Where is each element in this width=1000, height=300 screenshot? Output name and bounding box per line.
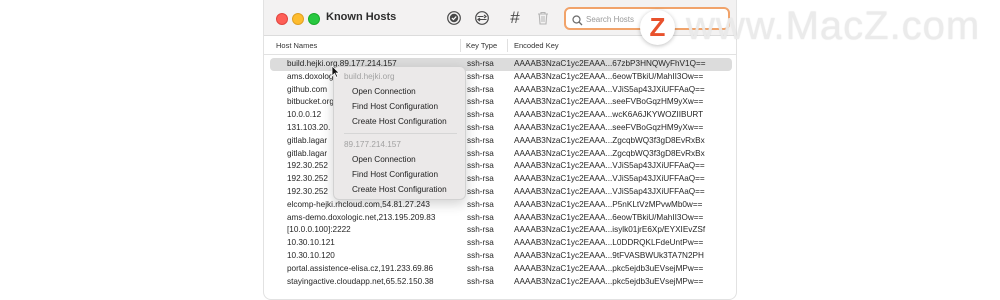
menu-item-open-connection[interactable]: Open Connection bbox=[334, 155, 467, 169]
watermark-logo: Z bbox=[640, 10, 675, 45]
table-row[interactable]: [10.0.0.100]:2222 ssh-rsa AAAAB3NzaC1yc2EA… bbox=[264, 224, 736, 237]
host-name-cell: portal.assistence-elisa.cz,191.233.69.86 bbox=[287, 263, 434, 273]
column-divider[interactable] bbox=[507, 39, 508, 52]
key-type-cell: ssh-rsa bbox=[467, 250, 494, 260]
encoded-key-cell: AAAAB3NzaC1yc2EAAA...seeFVBoGqzHM9yXw== bbox=[514, 122, 704, 132]
key-type-cell: ssh-rsa bbox=[467, 59, 494, 68]
menu-item-create-host-configuration[interactable]: Create Host Configuration bbox=[334, 117, 467, 131]
encoded-key-cell: AAAAB3NzaC1yc2EAAA...ZgcqbWQ3f3gD8EvRxBx bbox=[514, 148, 705, 158]
key-type-cell: ssh-rsa bbox=[467, 122, 494, 132]
key-type-cell: ssh-rsa bbox=[467, 199, 494, 209]
encoded-key-cell: AAAAB3NzaC1yc2EAAA...L0DDRQKLFdeUntPw== bbox=[514, 238, 704, 248]
key-type-cell: ssh-rsa bbox=[467, 71, 494, 81]
key-type-cell: ssh-rsa bbox=[467, 148, 494, 158]
column-header-host-names[interactable]: Host Names bbox=[276, 41, 317, 50]
encoded-key-cell: AAAAB3NzaC1yc2EAAA...67zbP3HNQWyFhV1Q== bbox=[514, 59, 706, 68]
host-name-cell: 10.30.10.121 bbox=[287, 238, 335, 248]
key-type-cell: ssh-rsa bbox=[467, 174, 494, 184]
menu-item-find-host-configuration[interactable]: Find Host Configuration bbox=[334, 170, 467, 184]
encoded-key-cell: AAAAB3NzaC1yc2EAAA...VJiS5ap43JXiUFFAaQ=… bbox=[514, 174, 705, 184]
host-name-cell: stayingactive.cloudapp.net,65.52.150.38 bbox=[287, 276, 434, 286]
table-row[interactable]: portal.assistence-elisa.cz,191.233.69.86… bbox=[264, 263, 736, 276]
mouse-pointer-icon bbox=[331, 65, 341, 83]
key-type-cell: ssh-rsa bbox=[467, 84, 494, 94]
key-type-cell: ssh-rsa bbox=[467, 110, 494, 120]
network-icon[interactable] bbox=[473, 9, 491, 27]
watermark-letter: Z bbox=[649, 12, 666, 42]
host-name-cell: elcomp-hejki.rhcloud.com,54.81.27.243 bbox=[287, 199, 430, 209]
trash-icon[interactable] bbox=[534, 9, 552, 27]
search-icon bbox=[572, 13, 583, 31]
encoded-key-cell: AAAAB3NzaC1yc2EAAA...VJiS5ap43JXiUFFAaQ=… bbox=[514, 161, 705, 171]
table-row[interactable]: 10.30.10.120 ssh-rsa AAAAB3NzaC1yc2EAAA...… bbox=[264, 250, 736, 263]
minimize-window-button[interactable] bbox=[292, 13, 304, 25]
key-type-cell: ssh-rsa bbox=[467, 276, 494, 286]
watermark-text: www.MacZ.com bbox=[686, 4, 981, 48]
menu-separator bbox=[344, 133, 457, 134]
check-circle-icon[interactable] bbox=[445, 9, 463, 27]
hashtag-icon[interactable]: # bbox=[506, 8, 524, 27]
encoded-key-cell: AAAAB3NzaC1yc2EAAA...wcK6A6JKYWOZIIBURT bbox=[514, 110, 704, 120]
encoded-key-cell: AAAAB3NzaC1yc2EAAA...VJiS5ap43JXiUFFAaQ=… bbox=[514, 186, 705, 196]
context-menu: build.hejki.org Open Connection Find Hos… bbox=[333, 66, 466, 200]
encoded-key-cell: AAAAB3NzaC1yc2EAAA...6eowTBkiU/MahII3Ow=… bbox=[514, 212, 704, 222]
menu-section-header: build.hejki.org bbox=[344, 72, 395, 81]
menu-section-header: 89.177.214.157 bbox=[344, 140, 401, 149]
encoded-key-cell: AAAAB3NzaC1yc2EAAA...isylk01jrE6Xp/EYXIE… bbox=[514, 225, 706, 235]
menu-item-create-host-configuration[interactable]: Create Host Configuration bbox=[334, 185, 467, 199]
column-divider[interactable] bbox=[460, 39, 461, 52]
window-title: Known Hosts bbox=[326, 11, 397, 23]
encoded-key-cell: AAAAB3NzaC1yc2EAAA...VJiS5ap43JXiUFFAaQ=… bbox=[514, 84, 705, 94]
table-row[interactable]: ams-demo.doxologic.net,213.195.209.83 ssh… bbox=[264, 212, 736, 225]
close-window-button[interactable] bbox=[276, 13, 288, 25]
host-name-cell: [10.0.0.100]:2222 bbox=[287, 225, 351, 235]
table-row[interactable]: elcomp-hejki.rhcloud.com,54.81.27.243 ssh… bbox=[264, 199, 736, 212]
encoded-key-cell: AAAAB3NzaC1yc2EAAA...pkc5ejdb3uEVsejMPw=… bbox=[514, 263, 704, 273]
encoded-key-cell: AAAAB3NzaC1yc2EAAA...seeFVBoGqzHM9yXw== bbox=[514, 97, 704, 107]
key-type-cell: ssh-rsa bbox=[467, 212, 494, 222]
host-name-cell: ams-demo.doxologic.net,213.195.209.83 bbox=[287, 212, 436, 222]
key-type-cell: ssh-rsa bbox=[467, 186, 494, 196]
zoom-window-button[interactable] bbox=[308, 13, 320, 25]
key-type-cell: ssh-rsa bbox=[467, 225, 494, 235]
key-type-cell: ssh-rsa bbox=[467, 97, 494, 107]
table-row[interactable]: stayingactive.cloudapp.net,65.52.150.38 s… bbox=[264, 276, 736, 289]
encoded-key-cell: AAAAB3NzaC1yc2EAAA...6eowTBkiU/MahII3Ow=… bbox=[514, 71, 704, 81]
column-header-key-type[interactable]: Key Type bbox=[466, 41, 497, 50]
encoded-key-cell: AAAAB3NzaC1yc2EAAA...ZgcqbWQ3f3gD8EvRxBx bbox=[514, 135, 705, 145]
key-type-cell: ssh-rsa bbox=[467, 161, 494, 171]
key-type-cell: ssh-rsa bbox=[467, 135, 494, 145]
encoded-key-cell: AAAAB3NzaC1yc2EAAA...9tFVASBWUk3TA7N2PH bbox=[514, 250, 704, 260]
menu-item-find-host-configuration[interactable]: Find Host Configuration bbox=[334, 102, 467, 116]
column-header-encoded-key[interactable]: Encoded Key bbox=[514, 41, 559, 50]
key-type-cell: ssh-rsa bbox=[467, 263, 494, 273]
key-type-cell: ssh-rsa bbox=[467, 238, 494, 248]
encoded-key-cell: AAAAB3NzaC1yc2EAAA...P5nKLtVzMPvwMb0w== bbox=[514, 199, 703, 209]
host-name-cell: 10.30.10.120 bbox=[287, 250, 335, 260]
table-row[interactable]: 10.30.10.121 ssh-rsa AAAAB3NzaC1yc2EAAA...… bbox=[264, 237, 736, 250]
menu-item-open-connection[interactable]: Open Connection bbox=[334, 87, 467, 101]
encoded-key-cell: AAAAB3NzaC1yc2EAAA...pkc5ejdb3uEVsejMPw=… bbox=[514, 276, 704, 286]
